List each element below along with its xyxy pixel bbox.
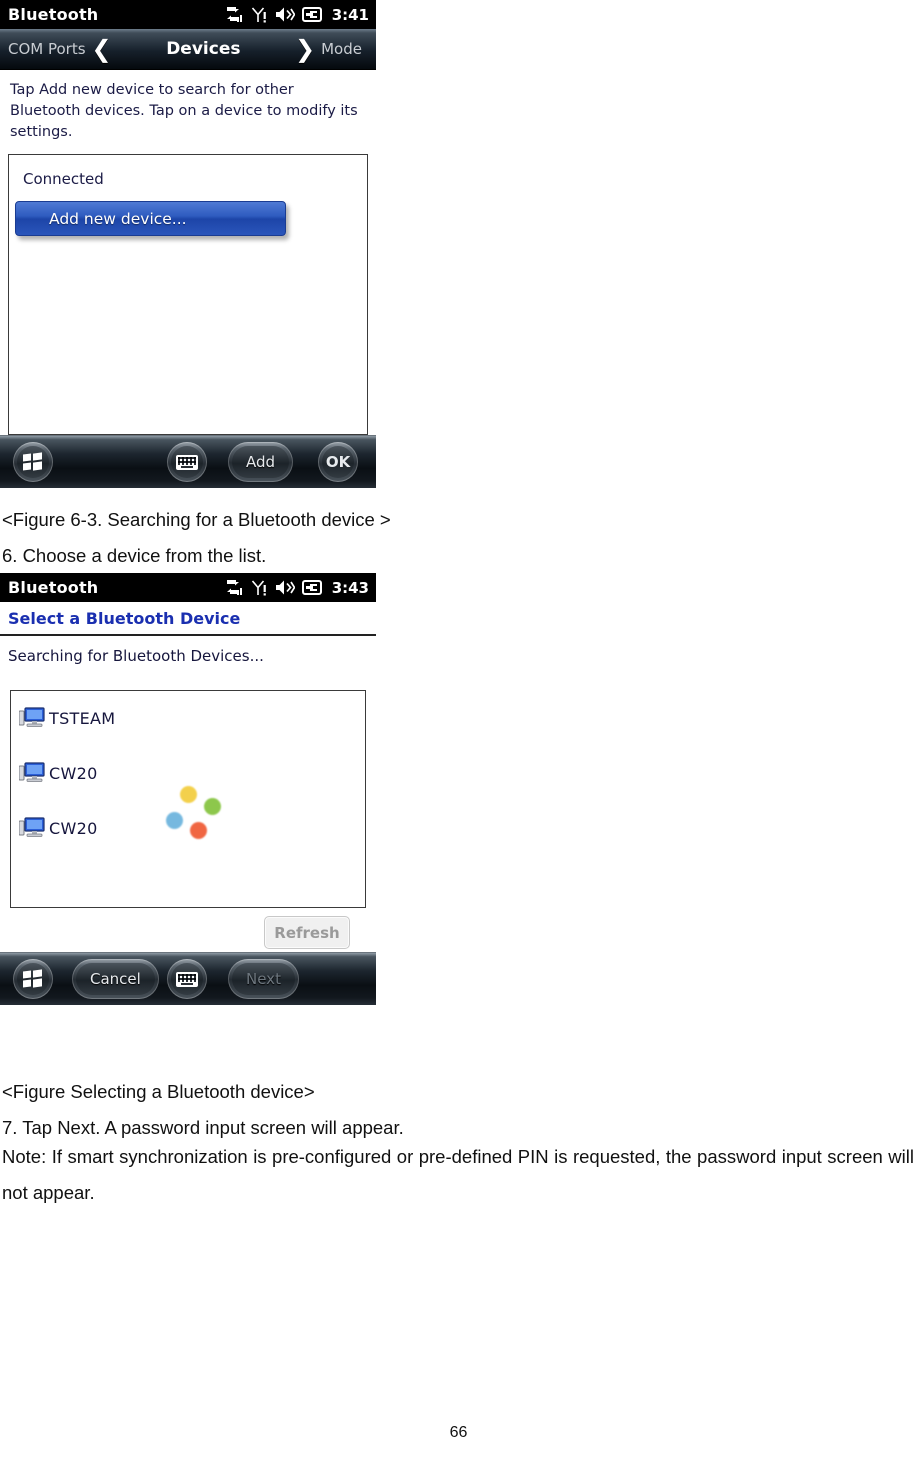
nav-center-label: Devices bbox=[166, 39, 241, 59]
discovered-devices-listbox[interactable]: TSTEAM CW20 CW20 bbox=[10, 690, 366, 908]
nav-right-label[interactable]: Mode bbox=[321, 40, 362, 58]
add-new-device-button[interactable]: Add new device... bbox=[15, 201, 286, 236]
speaker-icon bbox=[275, 7, 295, 22]
speaker-icon bbox=[275, 580, 295, 595]
figure-caption-2: <Figure Selecting a Bluetooth device> bbox=[2, 1081, 315, 1102]
titlebar-title-2: Bluetooth bbox=[8, 578, 99, 597]
screenshot-select-bluetooth-device: Bluetooth 3:43 Select a Bluetooth Device… bbox=[0, 573, 376, 1005]
titlebar-title: Bluetooth bbox=[8, 5, 99, 24]
computer-icon bbox=[19, 762, 45, 782]
note-text: Note: If smart synchronization is pre-co… bbox=[2, 1146, 914, 1203]
nav-left-group[interactable]: COM Ports ❮ bbox=[8, 37, 118, 61]
next-softkey-label: Next bbox=[232, 963, 295, 995]
screenshot-bluetooth-devices: Bluetooth 3:41 COM Ports ❮ Devices ❯ Mod… bbox=[0, 0, 376, 488]
add-softkey-label: Add bbox=[232, 446, 290, 478]
power-plug-icon bbox=[301, 7, 322, 22]
refresh-button[interactable]: Refresh bbox=[264, 916, 350, 949]
step-6-text: 6. Choose a device from the list. bbox=[2, 545, 267, 566]
connectivity-icon bbox=[226, 580, 242, 595]
spinner-dot-blue bbox=[166, 812, 183, 829]
spinner-dot-green bbox=[204, 798, 221, 815]
signal-alert-icon bbox=[251, 579, 266, 595]
refresh-row: Refresh bbox=[0, 908, 376, 952]
cancel-softkey-label: Cancel bbox=[76, 963, 155, 995]
figure-caption-1: <Figure 6-3. Searching for a Bluetooth d… bbox=[2, 509, 391, 530]
add-softkey-button[interactable]: Add bbox=[228, 442, 294, 482]
start-menu-button[interactable] bbox=[13, 959, 53, 999]
device-name: TSTEAM bbox=[49, 708, 116, 728]
titlebar-status-icons: 3:41 bbox=[223, 6, 369, 24]
select-device-page-title: Select a Bluetooth Device bbox=[0, 602, 376, 636]
titlebar: Bluetooth 3:41 bbox=[0, 0, 376, 29]
keyboard-icon bbox=[171, 963, 203, 995]
softkey-toolbar-2: Cancel Next bbox=[0, 952, 376, 1005]
nav-left-label[interactable]: COM Ports bbox=[8, 40, 86, 58]
page-number: 66 bbox=[449, 1424, 468, 1441]
keyboard-icon bbox=[171, 446, 203, 478]
computer-icon bbox=[19, 707, 45, 727]
start-icon bbox=[17, 446, 49, 478]
spinner-dot-yellow bbox=[180, 786, 197, 803]
list-item[interactable]: TSTEAM bbox=[11, 700, 365, 736]
titlebar-status-icons-2: 3:43 bbox=[223, 579, 369, 597]
navbar: COM Ports ❮ Devices ❯ Mode bbox=[0, 29, 376, 70]
keyboard-button[interactable] bbox=[167, 442, 207, 482]
start-menu-button[interactable] bbox=[13, 442, 53, 482]
titlebar-2: Bluetooth 3:43 bbox=[0, 573, 376, 602]
clock-label-2: 3:43 bbox=[331, 578, 369, 597]
connectivity-icon bbox=[226, 7, 242, 22]
nav-right-group[interactable]: ❯ Mode bbox=[289, 37, 362, 61]
next-softkey-button[interactable]: Next bbox=[228, 959, 299, 999]
devices-body: Tap Add new device to search for other B… bbox=[0, 70, 376, 435]
signal-alert-icon bbox=[251, 6, 266, 22]
computer-icon bbox=[19, 817, 45, 837]
group-label-connected: Connected bbox=[23, 170, 104, 188]
windows-flag-icon bbox=[23, 452, 43, 471]
hint-text: Tap Add new device to search for other B… bbox=[10, 82, 358, 140]
softkey-toolbar: Add OK bbox=[0, 435, 376, 488]
device-name: CW20 bbox=[49, 818, 98, 838]
clock-label: 3:41 bbox=[331, 5, 369, 24]
connected-devices-listbox[interactable]: Connected Add new device... bbox=[8, 154, 368, 435]
spinner-dot-red bbox=[190, 822, 207, 839]
keyboard-button[interactable] bbox=[167, 959, 207, 999]
searching-spinner-icon bbox=[166, 786, 224, 839]
searching-status-text: Searching for Bluetooth Devices... bbox=[8, 647, 264, 665]
ok-softkey-label: OK bbox=[322, 446, 354, 478]
chevron-left-icon[interactable]: ❮ bbox=[86, 37, 118, 61]
cancel-softkey-button[interactable]: Cancel bbox=[72, 959, 159, 999]
step-7-text: 7. Tap Next. A password input screen wil… bbox=[2, 1117, 404, 1138]
windows-flag-icon bbox=[23, 969, 43, 988]
start-icon bbox=[17, 963, 49, 995]
device-name: CW20 bbox=[49, 763, 98, 783]
chevron-right-icon[interactable]: ❯ bbox=[289, 37, 321, 61]
ok-softkey-button[interactable]: OK bbox=[318, 442, 358, 482]
power-plug-icon bbox=[301, 580, 322, 595]
